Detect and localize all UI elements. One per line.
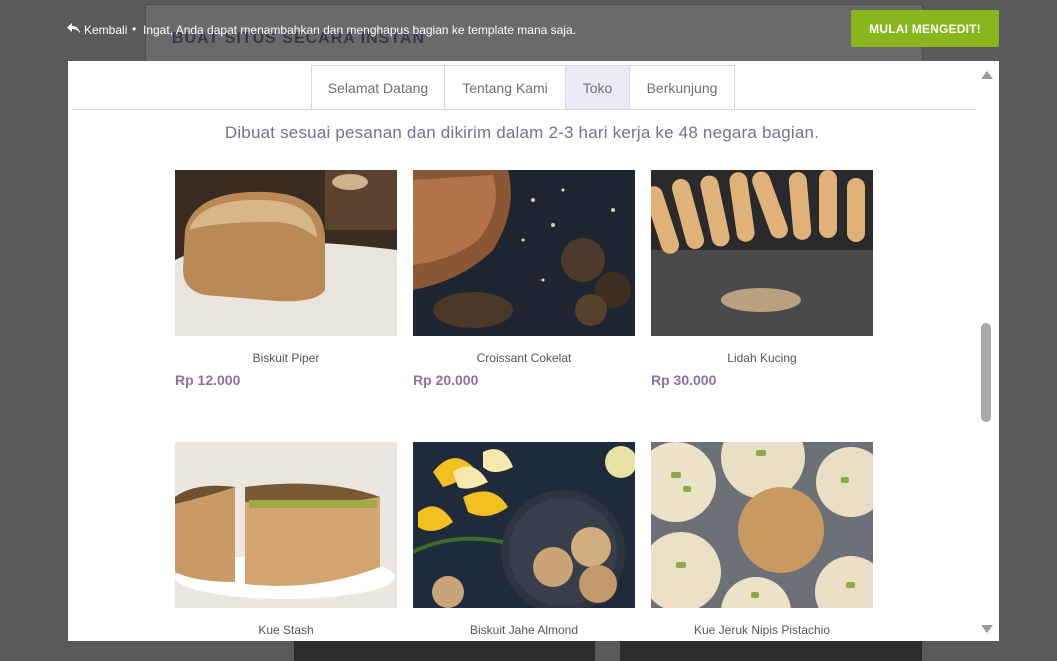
product-price: Rp 12.000 bbox=[175, 372, 241, 388]
scroll-up-arrow-icon[interactable] bbox=[981, 71, 993, 79]
product-card[interactable]: Kue Stash bbox=[175, 442, 397, 637]
tab-selamat-datang[interactable]: Selamat Datang bbox=[311, 65, 445, 110]
modal-scrollbar[interactable] bbox=[976, 61, 999, 641]
product-image-lidah-kucing[interactable] bbox=[651, 170, 873, 336]
background-block-left bbox=[294, 640, 595, 661]
back-arrow-icon bbox=[67, 23, 80, 37]
template-preview-modal: Selamat Datang Tentang Kami Toko Berkunj… bbox=[68, 61, 999, 641]
product-image-kue-jeruk-nipis[interactable] bbox=[651, 442, 873, 608]
product-card[interactable]: Croissant Cokelat Rp 20.000 bbox=[413, 170, 635, 388]
product-name: Croissant Cokelat bbox=[476, 351, 572, 365]
tab-berkunjung[interactable]: Berkunjung bbox=[629, 65, 735, 110]
start-editing-button[interactable]: MULAI MENGEDIT! bbox=[851, 10, 999, 47]
product-name: Biskuit Jahe Almond bbox=[469, 623, 579, 637]
product-name: Kue Stash bbox=[258, 623, 314, 637]
product-name: Lidah Kucing bbox=[727, 351, 797, 365]
product-name: Biskuit Piper bbox=[252, 351, 320, 365]
back-label: Kembali bbox=[84, 23, 128, 37]
page-tabs: Selamat Datang Tentang Kami Toko Berkunj… bbox=[311, 65, 735, 110]
product-image-biskuit-jahe[interactable] bbox=[413, 442, 635, 608]
tab-tentang-kami[interactable]: Tentang Kami bbox=[444, 65, 566, 110]
product-image-kue-stash[interactable] bbox=[175, 442, 397, 608]
tabs-divider bbox=[72, 109, 976, 110]
background-block-right bbox=[620, 640, 922, 661]
scroll-down-arrow-icon[interactable] bbox=[981, 625, 993, 633]
product-price: Rp 20.000 bbox=[413, 372, 479, 388]
product-name: Kue Jeruk Nipis Pistachio bbox=[693, 623, 831, 637]
scrollbar-thumb[interactable] bbox=[981, 323, 991, 422]
product-price: Rp 30.000 bbox=[651, 372, 717, 388]
topbar-separator: • bbox=[132, 22, 137, 36]
product-image-bread[interactable] bbox=[175, 170, 397, 336]
topbar-message: Ingat, Anda dapat menambahkan dan mengha… bbox=[143, 23, 576, 37]
product-card[interactable]: Biskuit Piper Rp 12.000 bbox=[175, 170, 397, 388]
product-card[interactable]: Kue Jeruk Nipis Pistachio bbox=[651, 442, 873, 637]
product-image-croissant[interactable] bbox=[413, 170, 635, 336]
back-button[interactable]: Kembali bbox=[67, 23, 127, 37]
tab-toko[interactable]: Toko bbox=[565, 65, 630, 110]
shop-subtitle: Dibuat sesuai pesanan dan dikirim dalam … bbox=[224, 123, 820, 142]
product-card[interactable]: Biskuit Jahe Almond bbox=[413, 442, 635, 637]
product-card[interactable]: Lidah Kucing Rp 30.000 bbox=[651, 170, 873, 388]
